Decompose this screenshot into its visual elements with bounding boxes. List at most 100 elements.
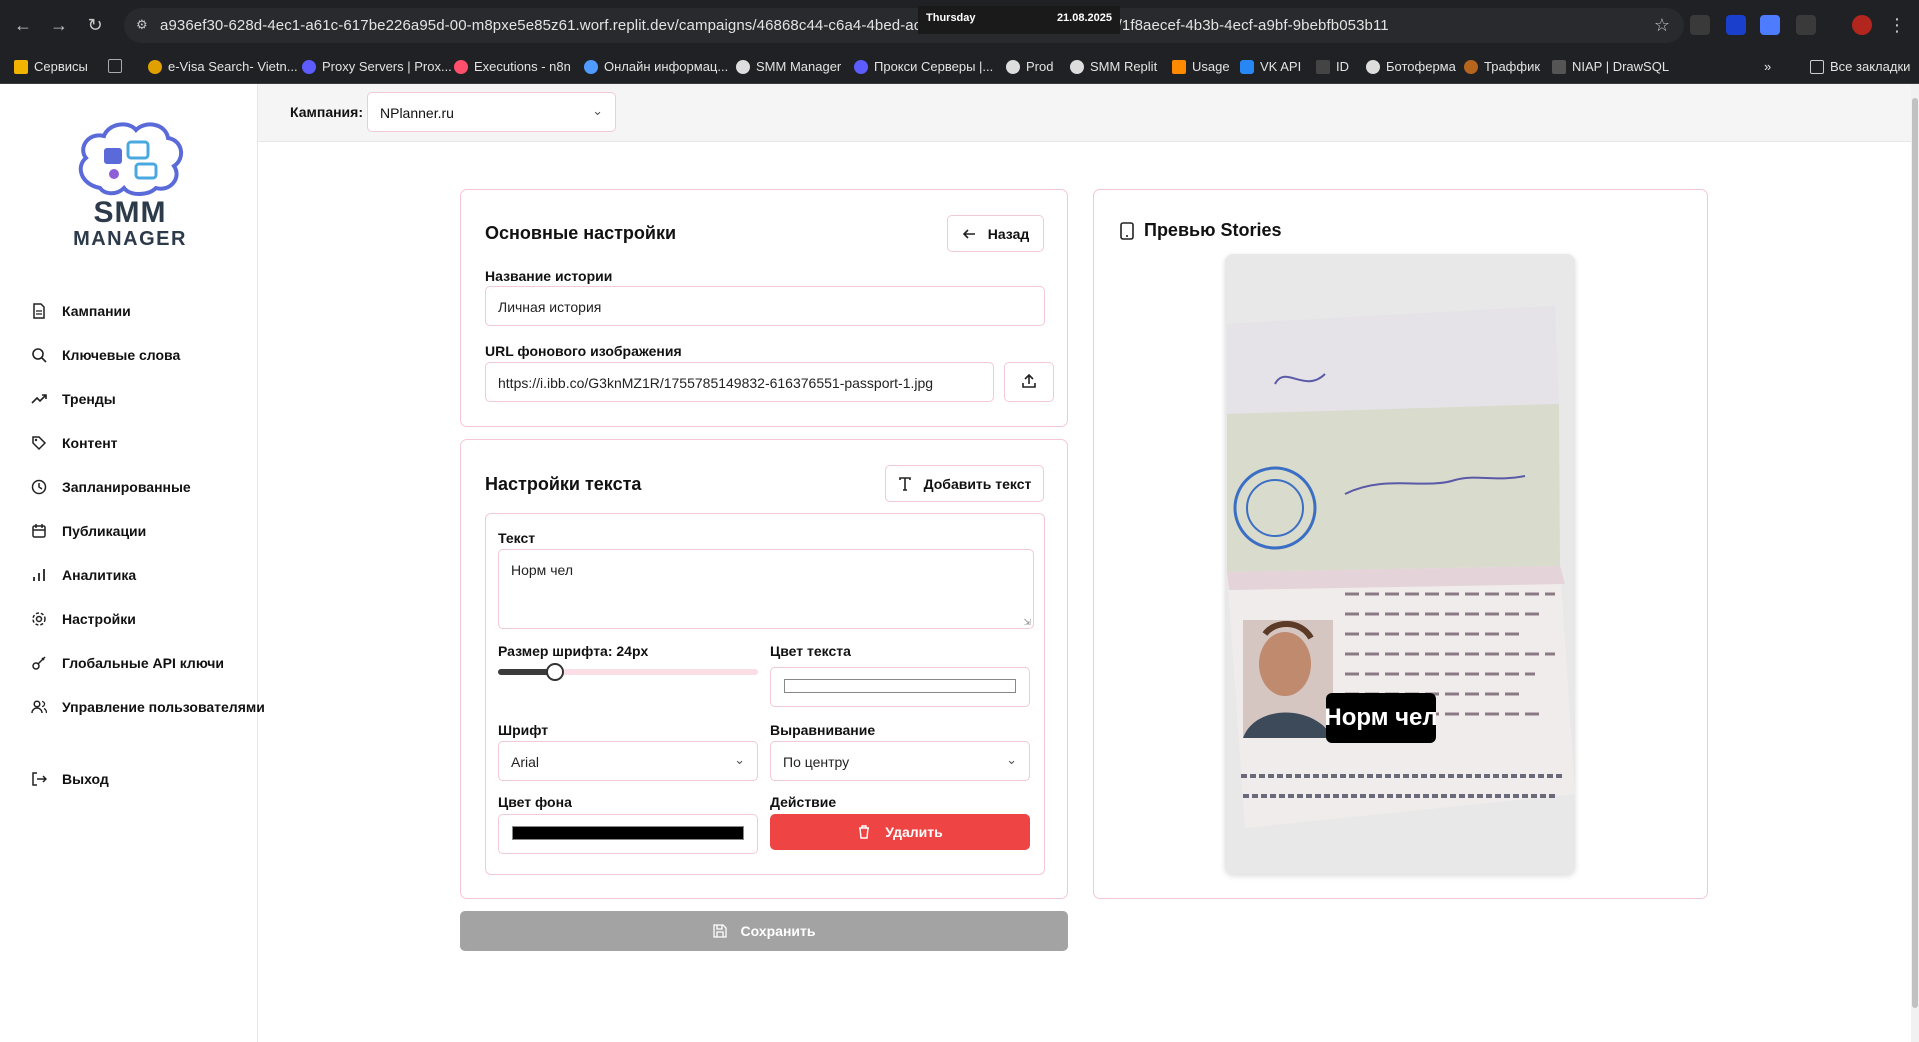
story-name-value: Личная история [498, 299, 602, 315]
save-label: Сохранить [740, 923, 816, 939]
sidebar-item-global-api-keys[interactable]: Глобальные API ключи [30, 650, 224, 676]
bookmark-services[interactable]: Сервисы [14, 59, 88, 74]
background-url-label: URL фонового изображения [485, 343, 682, 359]
sidebar-item-user-management[interactable]: Управление пользователями [30, 694, 265, 720]
site-settings-icon[interactable]: ⚙ [136, 17, 152, 33]
story-overlay-text[interactable]: Норм чел [1324, 693, 1438, 743]
bookmark-star-icon[interactable]: ☆ [1654, 15, 1670, 36]
sidebar-item-label: Тренды [62, 391, 116, 407]
extension-icon[interactable] [1726, 15, 1746, 35]
font-size-slider[interactable] [498, 663, 758, 681]
campaign-select[interactable]: NPlanner.ru ⌄ [367, 92, 616, 132]
tag-icon [30, 434, 48, 452]
forward-arrow-icon[interactable]: → [48, 14, 70, 36]
smm-manager-logo[interactable]: SMM MANAGER [70, 118, 190, 250]
logout-label: Выход [62, 771, 109, 787]
bookmark-item[interactable]: SMM Replit [1070, 59, 1157, 74]
clock-icon [30, 478, 48, 496]
users-icon [30, 698, 48, 716]
preview-header: Превью Stories [1120, 220, 1281, 241]
apps-grid-icon[interactable] [108, 59, 128, 73]
sidebar-item-keywords[interactable]: Ключевые слова [30, 342, 180, 368]
add-text-button[interactable]: Добавить текст [885, 465, 1044, 502]
story-name-label: Название истории [485, 268, 613, 284]
text-textarea[interactable]: Норм чел ⇲ [498, 549, 1034, 629]
gear-icon [30, 610, 48, 628]
sidebar-item-content[interactable]: Контент [30, 430, 118, 456]
sidebar-item-analytics[interactable]: Аналитика [30, 562, 136, 588]
scrollbar-thumb[interactable] [1912, 98, 1918, 1008]
passport-background-image [1225, 254, 1575, 874]
sidebar-item-trends[interactable]: Тренды [30, 386, 116, 412]
sidebar-item-label: Кампании [62, 303, 131, 319]
add-text-label: Добавить текст [923, 475, 1032, 492]
text-color-picker[interactable] [770, 667, 1030, 707]
story-preview: Норм чел [1225, 254, 1575, 874]
clock-day: Thursday [926, 12, 976, 24]
all-bookmarks-folder[interactable]: Все закладки [1810, 59, 1910, 74]
bookmark-item[interactable]: Траффик [1464, 59, 1540, 74]
bookmark-item[interactable]: ID [1316, 59, 1349, 74]
sidebar-item-settings[interactable]: Настройки [30, 606, 136, 632]
text-color-label: Цвет текста [770, 643, 851, 659]
align-select[interactable]: По центру ⌄ [770, 741, 1030, 781]
back-button[interactable]: Назад [947, 215, 1044, 252]
save-button[interactable]: Сохранить [460, 911, 1068, 951]
bookmark-item[interactable]: Ботоферма [1366, 59, 1456, 74]
sidebar-item-label: Управление пользователями [62, 699, 265, 715]
key-icon [30, 654, 48, 672]
text-color-swatch [784, 679, 1016, 693]
search-icon [30, 346, 48, 364]
story-name-input[interactable]: Личная история [485, 286, 1045, 326]
clock-date: 21.08.2025 [1056, 12, 1112, 24]
sidebar-item-publications[interactable]: Публикации [30, 518, 146, 544]
camera-extension-icon[interactable] [1690, 15, 1710, 35]
bookmark-item[interactable]: VK API [1240, 59, 1301, 74]
campaign-bar: Кампания: NPlanner.ru ⌄ [258, 84, 1911, 142]
resize-handle-icon[interactable]: ⇲ [1023, 617, 1031, 628]
address-bar[interactable]: ⚙ a936ef30-628d-4ec1-a61c-617be226a95d-0… [124, 8, 1684, 43]
bookmark-item[interactable]: Prod [1006, 59, 1053, 74]
align-label: Выравнивание [770, 722, 876, 738]
more-bookmarks-icon[interactable]: » [1764, 59, 1771, 74]
logo-text-smm: SMM [93, 196, 167, 229]
bookmark-item[interactable]: Онлайн информац... [584, 59, 728, 74]
trending-up-icon [30, 390, 48, 408]
sidebar-item-label: Аналитика [62, 567, 137, 583]
font-size-slider-thumb[interactable] [546, 663, 565, 681]
reload-icon[interactable]: ↻ [84, 14, 106, 36]
bg-color-picker[interactable] [498, 814, 758, 854]
bg-color-swatch [512, 826, 744, 840]
puzzle-extensions-icon[interactable] [1796, 15, 1816, 35]
delete-text-button[interactable]: Удалить [770, 814, 1030, 850]
bookmark-item[interactable]: Usage [1172, 59, 1230, 74]
extension-icon[interactable] [1760, 15, 1780, 35]
logout-button[interactable]: Выход [30, 766, 109, 792]
menu-kebab-icon[interactable]: ⋮ [1886, 14, 1908, 36]
back-arrow-icon[interactable]: ← [12, 14, 34, 36]
bookmark-item[interactable]: e-Visa Search- Vietn... [148, 59, 298, 74]
background-url-input[interactable]: https://i.ibb.co/G3knMZ1R/1755785149832-… [485, 362, 994, 402]
clock-overlay: Thursday 21.08.2025 [918, 6, 1120, 34]
upload-image-button[interactable] [1004, 362, 1054, 402]
bookmark-item[interactable]: SMM Manager [736, 59, 841, 74]
font-label: Шрифт [498, 722, 549, 738]
bookmarks-bar: Сервисы e-Visa Search- Vietn... Proxy Se… [0, 51, 1919, 84]
logo-text-manager: MANAGER [73, 228, 187, 250]
sidebar-item-label: Глобальные API ключи [62, 655, 224, 671]
text-type-icon [898, 476, 912, 491]
profile-avatar[interactable] [1852, 15, 1872, 35]
main-settings-card: Основные настройки Назад Название истори… [460, 189, 1068, 427]
bookmark-item[interactable]: Прокси Серверы |... [854, 59, 993, 74]
sidebar: SMM MANAGER Кампании Ключевые слова Трен… [0, 84, 265, 1042]
bookmark-item[interactable]: Executions - n8n [454, 59, 571, 74]
action-label: Действие [770, 794, 837, 810]
bookmark-item[interactable]: Proxy Servers | Prox... [302, 59, 452, 74]
font-select[interactable]: Arial ⌄ [498, 741, 758, 781]
bookmark-item[interactable]: NIAP | DrawSQL [1552, 59, 1669, 74]
font-size-label: Размер шрифта: 24px [498, 643, 649, 659]
sidebar-item-scheduled[interactable]: Запланированные [30, 474, 191, 500]
page-scrollbar[interactable] [1911, 84, 1919, 1042]
url-text[interactable]: a936ef30-628d-4ec1-a61c-617be226a95d-00-… [160, 17, 1389, 34]
sidebar-item-campaigns[interactable]: Кампании [30, 298, 131, 324]
